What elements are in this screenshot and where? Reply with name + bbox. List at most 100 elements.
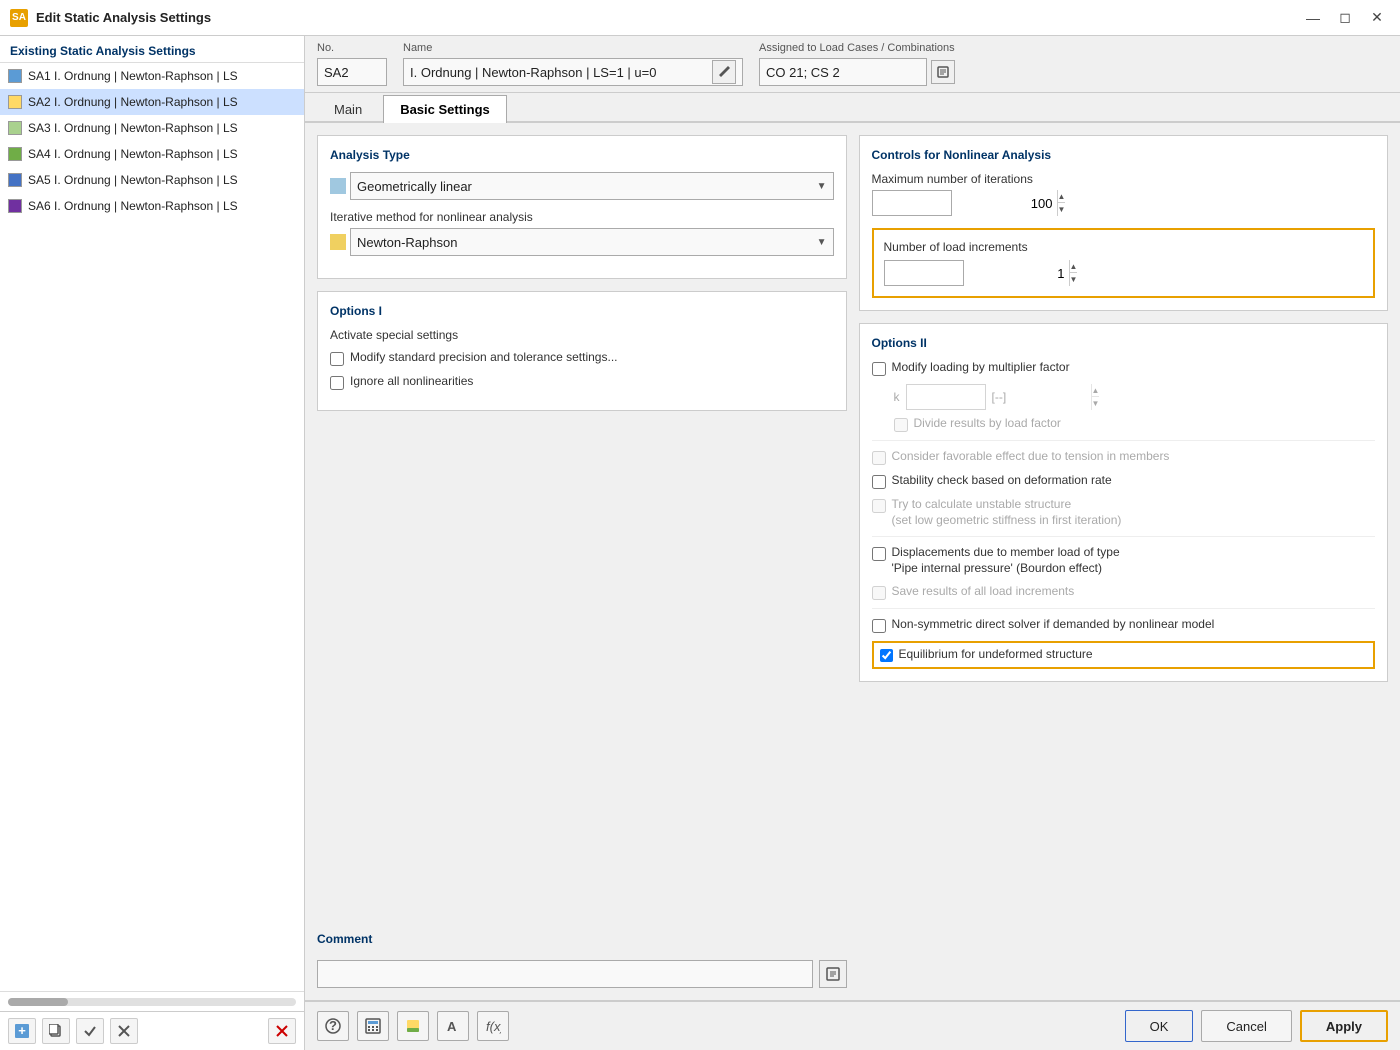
sidebar-color-sa2 <box>8 95 22 109</box>
options-ii-section: Options II Modify loading by multiplier … <box>859 323 1389 682</box>
max-iter-arrows: ▲ ▼ <box>1057 190 1066 216</box>
sidebar-scrollbar-thumb[interactable] <box>8 998 68 1006</box>
ok-button[interactable]: OK <box>1125 1010 1194 1042</box>
modify-loading-label: Modify loading by multiplier factor <box>892 360 1070 376</box>
name-group: Name I. Ordnung | Newton-Raphson | LS=1 … <box>403 42 743 86</box>
max-iter-spinbox[interactable]: ▲ ▼ <box>872 190 952 216</box>
load-incr-up-arrow[interactable]: ▲ <box>1070 260 1078 273</box>
assign-edit-button[interactable] <box>931 60 955 84</box>
sidebar-label-sa4: SA4 I. Ordnung | Newton-Raphson | LS <box>28 147 238 161</box>
try-unstable-checkbox <box>872 499 886 513</box>
sidebar-item-sa3[interactable]: SA3 I. Ordnung | Newton-Raphson | LS <box>0 115 304 141</box>
non-symmetric-checkbox[interactable] <box>872 619 886 633</box>
assign-label: Assigned to Load Cases / Combinations <box>759 42 955 54</box>
uncheck-button[interactable] <box>110 1018 138 1044</box>
title-bar-controls: — ◻ ✕ <box>1300 8 1390 28</box>
sidebar-color-sa5 <box>8 173 22 187</box>
iterative-select-row: Newton-Raphson ▼ <box>330 228 834 256</box>
sidebar-item-sa4[interactable]: SA4 I. Ordnung | Newton-Raphson | LS <box>0 141 304 167</box>
name-field[interactable]: I. Ordnung | Newton-Raphson | LS=1 | u=0 <box>403 58 743 86</box>
content-left: Analysis Type Geometrically linear ▼ Ite… <box>317 135 847 988</box>
max-iter-up-arrow[interactable]: ▲ <box>1058 190 1066 203</box>
color-button[interactable] <box>397 1011 429 1041</box>
max-iter-down-arrow[interactable]: ▼ <box>1058 203 1066 216</box>
activate-label: Activate special settings <box>330 328 834 342</box>
ignore-nonlin-label: Ignore all nonlinearities <box>350 374 473 390</box>
name-input[interactable]: I. Ordnung | Newton-Raphson | LS=1 | u=0 <box>410 65 708 80</box>
equilibrium-checkbox[interactable] <box>880 649 893 662</box>
comment-title: Comment <box>317 932 847 946</box>
apply-button[interactable]: Apply <box>1300 1010 1388 1042</box>
analysis-type-title: Analysis Type <box>330 148 834 162</box>
assign-group: Assigned to Load Cases / Combinations CO… <box>759 42 955 86</box>
sidebar-item-sa2[interactable]: SA2 I. Ordnung | Newton-Raphson | LS <box>0 89 304 115</box>
cancel-button[interactable]: Cancel <box>1201 1010 1291 1042</box>
tab-main[interactable]: Main <box>317 95 379 123</box>
equilibrium-row: Equilibrium for undeformed structure <box>872 641 1376 669</box>
comment-edit-button[interactable] <box>819 960 847 988</box>
iterative-arrow-icon: ▼ <box>817 237 827 248</box>
right-panel: No. SA2 Name I. Ordnung | Newton-Raphson… <box>305 36 1400 1050</box>
stability-check-checkbox[interactable] <box>872 475 886 489</box>
k-spinbox: ▲ ▼ <box>906 384 986 410</box>
try-unstable-row: Try to calculate unstable structure(set … <box>872 497 1376 528</box>
sidebar-scrollbar-track[interactable] <box>8 998 296 1006</box>
displacements-checkbox[interactable] <box>872 547 886 561</box>
displacements-label: Displacements due to member load of type… <box>892 545 1120 576</box>
iterative-label: Iterative method for nonlinear analysis <box>330 210 834 224</box>
load-incr-label: Number of load increments <box>884 240 1364 254</box>
modify-precision-checkbox[interactable] <box>330 352 344 366</box>
ignore-nonlin-checkbox[interactable] <box>330 376 344 390</box>
sidebar-toolbar: + <box>0 1011 304 1050</box>
analysis-type-dropdown[interactable]: Geometrically linear ▼ <box>350 172 834 200</box>
help-button[interactable]: ? <box>317 1011 349 1041</box>
separator-2 <box>872 536 1376 537</box>
load-incr-spinbox[interactable]: ▲ ▼ <box>884 260 964 286</box>
formula-button[interactable]: f(x) <box>477 1011 509 1041</box>
app-icon: SA <box>10 9 28 27</box>
options-i-title: Options I <box>330 304 834 318</box>
comment-input[interactable] <box>317 960 813 988</box>
sidebar-item-sa5[interactable]: SA5 I. Ordnung | Newton-Raphson | LS <box>0 167 304 193</box>
ignore-nonlin-row: Ignore all nonlinearities <box>330 374 834 390</box>
load-incr-box: Number of load increments ▲ ▼ <box>872 228 1376 298</box>
title-bar: SA Edit Static Analysis Settings — ◻ ✕ <box>0 0 1400 36</box>
analysis-type-value: Geometrically linear <box>357 179 472 194</box>
comment-label-outer: Comment <box>317 922 847 960</box>
maximize-button[interactable]: ◻ <box>1332 8 1358 28</box>
main-layout: Existing Static Analysis Settings SA1 I.… <box>0 36 1400 1050</box>
minimize-button[interactable]: — <box>1300 8 1326 28</box>
svg-text:+: + <box>18 1024 26 1038</box>
delete-button[interactable] <box>268 1018 296 1044</box>
tab-basic-settings[interactable]: Basic Settings <box>383 95 507 123</box>
save-results-label: Save results of all load increments <box>892 584 1075 600</box>
sidebar-color-sa4 <box>8 147 22 161</box>
iterative-color-swatch <box>330 234 346 250</box>
dropdown-arrow-icon: ▼ <box>817 181 827 192</box>
sidebar-label-sa5: SA5 I. Ordnung | Newton-Raphson | LS <box>28 173 238 187</box>
sidebar-item-sa1[interactable]: SA1 I. Ordnung | Newton-Raphson | LS <box>0 63 304 89</box>
iterative-dropdown[interactable]: Newton-Raphson ▼ <box>350 228 834 256</box>
sidebar-item-sa6[interactable]: SA6 I. Ordnung | Newton-Raphson | LS <box>0 193 304 219</box>
separator-3 <box>872 608 1376 609</box>
sidebar-color-sa1 <box>8 69 22 83</box>
sidebar: Existing Static Analysis Settings SA1 I.… <box>0 36 305 1050</box>
close-button[interactable]: ✕ <box>1364 8 1390 28</box>
copy-button[interactable] <box>42 1018 70 1044</box>
add-button[interactable]: + <box>8 1018 36 1044</box>
load-incr-input[interactable] <box>885 266 1069 281</box>
k-label: k <box>894 390 900 404</box>
sidebar-scrollbar-area <box>0 991 304 1011</box>
text-button[interactable]: A <box>437 1011 469 1041</box>
footer-left: ? A f(x) <box>317 1011 509 1041</box>
window-title: Edit Static Analysis Settings <box>36 10 1292 25</box>
calc-button[interactable] <box>357 1011 389 1041</box>
modify-loading-checkbox[interactable] <box>872 362 886 376</box>
name-edit-button[interactable] <box>712 60 736 84</box>
load-incr-down-arrow[interactable]: ▼ <box>1070 273 1078 286</box>
max-iter-input[interactable] <box>873 196 1057 211</box>
comment-row <box>317 960 847 988</box>
content-area: Analysis Type Geometrically linear ▼ Ite… <box>305 123 1400 1000</box>
analysis-color-swatch <box>330 178 346 194</box>
check-button[interactable] <box>76 1018 104 1044</box>
